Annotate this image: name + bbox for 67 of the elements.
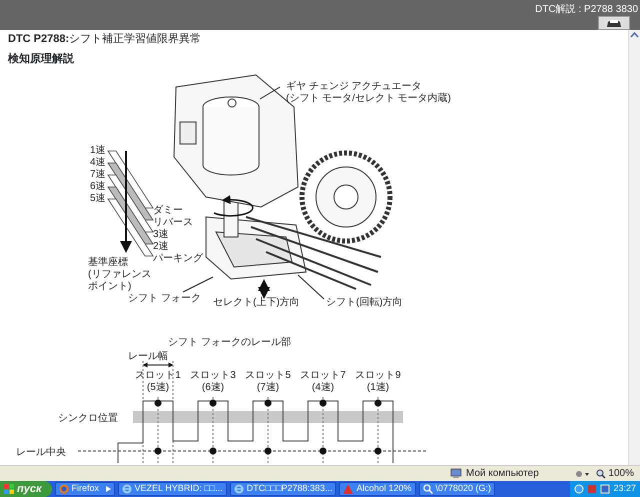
rail-width-label: レール幅 <box>128 351 168 362</box>
start-button[interactable]: пуск <box>0 481 52 497</box>
tray-icon[interactable] <box>574 484 584 494</box>
tray-icon[interactable] <box>600 484 610 494</box>
synchro-label: シンクロ位置 <box>58 413 118 424</box>
slot-dot <box>374 400 382 406</box>
scroll-up-icon[interactable] <box>629 30 640 40</box>
slot-dot <box>210 400 216 406</box>
clock: 23:27 <box>613 482 636 496</box>
caret-icon <box>106 486 111 492</box>
position-label: 3速 <box>153 229 169 240</box>
rail-center-label: レール中央 <box>16 447 66 458</box>
browser-icon <box>234 484 244 494</box>
browser-icon <box>122 484 132 494</box>
leader-line <box>298 274 324 300</box>
slot-label: スロット1 (5速) <box>135 370 181 393</box>
print-button[interactable] <box>598 16 630 30</box>
position-label: パーキング <box>153 253 203 264</box>
center-dot <box>374 448 382 454</box>
taskbar-button[interactable]: Alcohol 120% <box>339 482 416 496</box>
taskbar-button[interactable]: VEZEL HYBRID: □□... <box>118 482 227 496</box>
section-heading: 検知原理解説 <box>8 52 75 67</box>
slot-label: スロット5 (7速) <box>245 370 291 393</box>
windows-logo-icon <box>4 484 14 494</box>
rotation-arrow <box>214 195 254 217</box>
leader-line <box>182 276 214 292</box>
zone-label: Мой компьютер <box>466 467 539 481</box>
taskbar-button[interactable]: \0778020 (G:) <box>418 482 496 496</box>
tools-icon[interactable] <box>574 468 590 478</box>
magnifier-icon <box>422 484 432 494</box>
slot-dot <box>264 400 272 406</box>
gear-label: 6速 <box>90 181 106 192</box>
printer-icon <box>605 18 623 28</box>
document-title: DTC P2788:シフト補正学習値限界異常 <box>8 32 202 47</box>
globe-icon <box>58 484 69 494</box>
slot-label: スロット7 (4速) <box>300 370 346 393</box>
slot-dot <box>320 400 326 406</box>
magnifier-icon <box>596 468 606 478</box>
reference-label: 基準座標 (リファレンス ポイント) <box>88 257 152 292</box>
gear-label: 5速 <box>90 193 106 204</box>
taskbar-button[interactable]: Firefox <box>54 482 115 496</box>
computer-icon <box>450 468 462 479</box>
triangle-icon <box>343 484 354 494</box>
zoom-control[interactable]: 100% <box>596 466 634 481</box>
center-dot <box>210 448 216 454</box>
position-label: ダミー <box>153 205 183 216</box>
center-dot <box>320 448 326 454</box>
select-direction-label: セレクト(上下)方向 <box>213 297 300 307</box>
position-label: リバース <box>153 217 193 228</box>
slot-label: スロット3 (6速) <box>190 370 236 393</box>
width-arrow <box>142 362 174 368</box>
shift-direction-label: シフト(回転)方向 <box>326 297 403 307</box>
center-dot <box>154 448 162 454</box>
gear-label: 7速 <box>90 169 106 180</box>
gear-label: 4速 <box>90 157 106 168</box>
gear-label: 1速 <box>90 145 106 156</box>
center-dot <box>264 448 272 454</box>
slot-dot <box>154 400 162 406</box>
actuator-label: ギヤ チェンジ アクチュエータ (シフト モータ/セレクト モータ内蔵) <box>286 81 451 104</box>
figure-title: シフト フォークのレール部 <box>168 337 291 348</box>
taskbar-button[interactable]: DTC□□□P2788:383... <box>230 482 336 496</box>
breadcrumb: DTC解説 : P2788 3830 <box>535 2 638 17</box>
slot-label: スロット9 (1速) <box>355 370 401 393</box>
leader-line <box>260 86 280 100</box>
fork-label: シフト フォーク <box>128 293 201 304</box>
scrollbar[interactable] <box>628 30 640 465</box>
position-label: 2速 <box>153 241 169 252</box>
